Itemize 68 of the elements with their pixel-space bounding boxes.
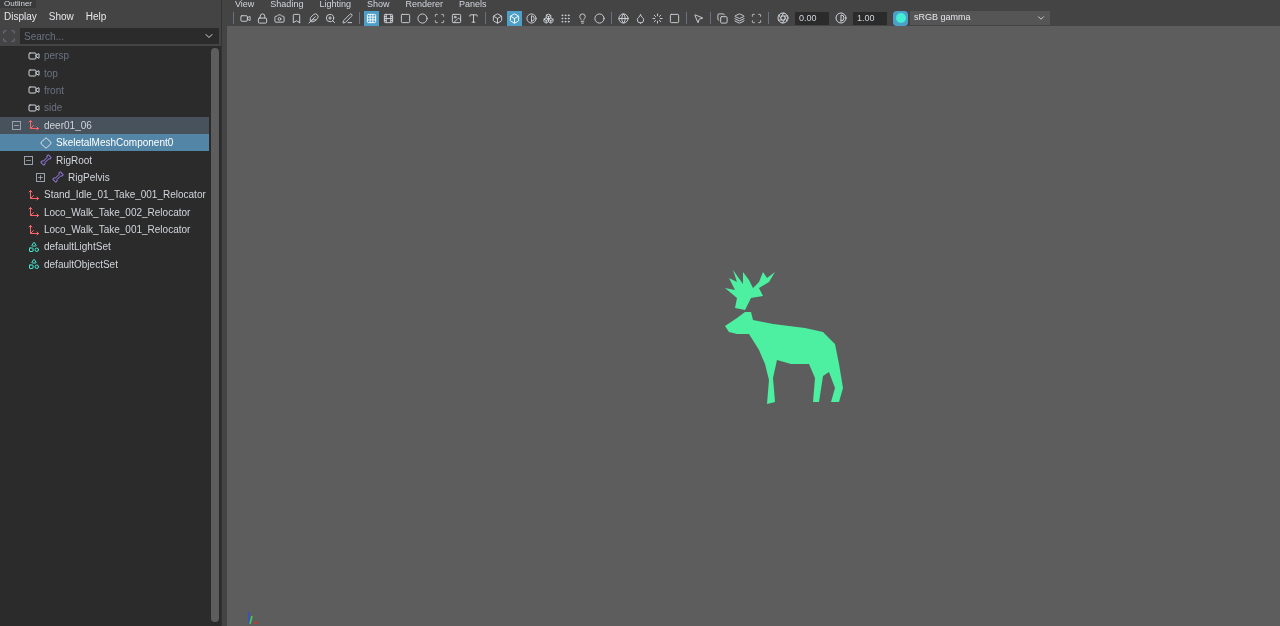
menu-item[interactable]: Shading <box>270 0 304 12</box>
item-label: RigPelvis <box>68 170 110 185</box>
tree-item[interactable]: defaultObjectSet <box>0 255 209 274</box>
tree-item[interactable]: Stand_Idle_01_Take_001_Relocator <box>0 186 209 204</box>
joint-icon <box>40 154 52 167</box>
set-icon <box>28 258 40 271</box>
collapse-icon[interactable] <box>24 155 33 165</box>
wireframe-cube-icon[interactable] <box>490 10 505 26</box>
tree-item[interactable]: defaultLightSet <box>0 238 209 256</box>
camera-icon <box>28 84 40 97</box>
tree-item[interactable]: Loco_Walk_Take_001_Relocator <box>0 220 209 239</box>
transform-icon <box>28 119 40 132</box>
menu-item[interactable]: Help <box>85 8 107 24</box>
tree-item[interactable]: deer01_06 <box>0 116 209 134</box>
gamma-field[interactable]: 1.00 <box>853 11 887 25</box>
color-space-dropdown[interactable]: sRGB gamma <box>910 11 1050 25</box>
circle-icon[interactable] <box>415 10 430 26</box>
color-management-icon[interactable] <box>893 10 908 26</box>
menu-item[interactable]: Panels <box>458 0 487 12</box>
transform-icon <box>28 206 40 219</box>
item-label: Loco_Walk_Take_002_Relocator <box>44 205 191 220</box>
tree-item[interactable]: RigPelvis <box>0 168 209 187</box>
item-label: front <box>44 83 64 98</box>
pen-icon[interactable] <box>340 10 355 26</box>
menu-item[interactable]: View <box>235 0 255 12</box>
item-label: top <box>44 66 58 81</box>
camera-icon <box>28 101 40 114</box>
lock-icon[interactable] <box>255 10 270 26</box>
tree-item[interactable]: RigRoot <box>0 151 209 169</box>
exposure-field[interactable]: 0.00 <box>795 11 829 25</box>
transform-icon <box>28 223 40 236</box>
item-label: side <box>44 101 63 116</box>
item-label: defaultLightSet <box>44 240 111 255</box>
menu-item[interactable]: Display <box>4 8 37 24</box>
collapse-icon[interactable] <box>12 120 21 130</box>
transform-icon <box>28 188 40 201</box>
item-label: Stand_Idle_01_Take_001_Relocator <box>44 188 206 203</box>
half-circle-icon[interactable] <box>524 10 539 26</box>
menu-item[interactable]: Lighting <box>319 0 351 12</box>
shaded-cube-icon[interactable] <box>507 10 522 26</box>
grid-icon[interactable] <box>364 10 379 26</box>
expand-icon[interactable] <box>36 172 45 182</box>
menu-item[interactable]: Show <box>366 0 390 12</box>
dropdown-icon <box>1036 13 1046 23</box>
set-icon <box>28 241 40 253</box>
item-label: Loco_Walk_Take_001_Relocator <box>44 223 191 238</box>
feather-icon[interactable] <box>306 10 321 26</box>
panel-tab[interactable]: Outliner <box>0 0 36 8</box>
camera-icon <box>28 67 40 80</box>
aperture-icon[interactable] <box>777 12 789 24</box>
circle-icon[interactable] <box>592 10 607 26</box>
menu-item[interactable]: Show <box>48 8 74 24</box>
mesh-icon <box>40 136 52 149</box>
copy-icon[interactable] <box>715 10 730 26</box>
sphere-icon[interactable] <box>616 10 631 26</box>
layers-icon[interactable] <box>732 10 747 26</box>
scrollbar[interactable] <box>209 46 221 626</box>
cubes-icon[interactable] <box>541 10 556 26</box>
half-circle-icon[interactable] <box>835 12 847 24</box>
item-label: RigRoot <box>56 153 93 168</box>
item-label: persp <box>44 49 69 64</box>
joint-icon <box>52 171 64 184</box>
menu-item[interactable]: Renderer <box>405 0 443 12</box>
tree-item[interactable]: Loco_Walk_Take_002_Relocator <box>0 203 209 221</box>
item-label: deer01_06 <box>44 118 92 133</box>
camera-icon <box>28 49 40 62</box>
item-label: defaultObjectSet <box>44 257 118 272</box>
item-label: SkeletalMeshComponent0 <box>56 136 174 151</box>
